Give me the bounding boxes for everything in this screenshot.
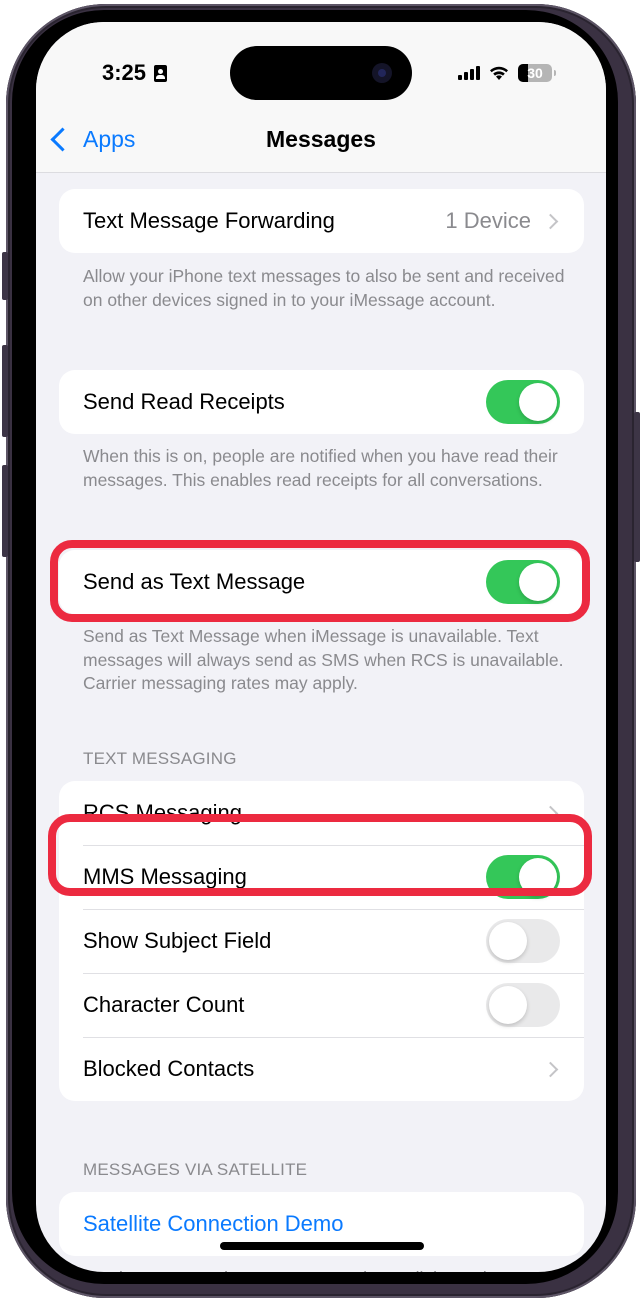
page-title: Messages bbox=[266, 126, 376, 152]
show-subject-field-toggle[interactable] bbox=[486, 919, 560, 963]
character-count-row: Character Count bbox=[59, 973, 584, 1037]
power-button bbox=[634, 412, 640, 562]
blocked-contacts-row[interactable]: Blocked Contacts bbox=[59, 1037, 584, 1101]
row-label: RCS Messaging bbox=[83, 800, 242, 825]
send-as-text-message-toggle[interactable] bbox=[486, 560, 560, 604]
navigation-bar: Apps Messages bbox=[36, 122, 606, 173]
send-as-text-footer: Send as Text Message when iMessage is un… bbox=[83, 626, 564, 693]
text-messaging-group: RCS Messaging MMS Messaging Show Subject… bbox=[59, 781, 584, 1101]
show-subject-field-row: Show Subject Field bbox=[59, 909, 584, 973]
send-read-receipts-toggle[interactable] bbox=[486, 380, 560, 424]
row-label: Show Subject Field bbox=[83, 928, 272, 953]
time-text: 3:25 bbox=[102, 60, 147, 85]
status-icons: 30 bbox=[458, 64, 556, 82]
forwarding-group: Text Message Forwarding 1 Device bbox=[59, 189, 584, 253]
send-read-receipts-row: Send Read Receipts bbox=[59, 370, 584, 434]
character-count-toggle[interactable] bbox=[486, 983, 560, 1027]
row-label: MMS Messaging bbox=[83, 864, 247, 889]
battery-icon: 30 bbox=[518, 64, 552, 82]
volume-up-button bbox=[2, 345, 8, 437]
focus-id-icon bbox=[154, 64, 168, 82]
toggle-knob bbox=[489, 922, 527, 960]
row-label: Send Read Receipts bbox=[83, 389, 285, 414]
satellite-footer: Use iMessage and text messages when cell… bbox=[83, 1267, 573, 1272]
volume-down-button bbox=[2, 465, 8, 557]
status-time: 3:25 bbox=[102, 60, 168, 86]
chevron-right-icon bbox=[542, 1061, 559, 1077]
toggle-knob bbox=[519, 858, 557, 896]
row-value: 1 Device bbox=[445, 208, 531, 233]
text-message-forwarding-row[interactable]: Text Message Forwarding 1 Device bbox=[59, 189, 584, 253]
chevron-right-icon bbox=[542, 805, 559, 821]
satellite-header: MESSAGES VIA SATELLITE bbox=[83, 1160, 308, 1179]
camera-icon bbox=[372, 63, 392, 83]
battery-percent: 30 bbox=[527, 65, 543, 81]
chevron-right-icon bbox=[542, 213, 559, 229]
wifi-icon bbox=[490, 66, 508, 80]
rcs-messaging-row[interactable]: RCS Messaging bbox=[59, 781, 584, 845]
dynamic-island bbox=[230, 46, 412, 100]
row-label: Satellite Connection Demo bbox=[83, 1211, 344, 1236]
toggle-knob bbox=[519, 563, 557, 601]
row-label: Text Message Forwarding bbox=[83, 208, 335, 233]
text-messaging-header: TEXT MESSAGING bbox=[83, 749, 237, 768]
send-as-text-group: Send as Text Message bbox=[59, 550, 584, 614]
row-label: Send as Text Message bbox=[83, 569, 306, 594]
status-bar: 3:25 30 bbox=[36, 22, 606, 122]
toggle-knob bbox=[519, 383, 557, 421]
home-indicator[interactable] bbox=[220, 1242, 424, 1250]
forwarding-footer: Allow your iPhone text messages to also … bbox=[83, 266, 565, 310]
mms-messaging-row: MMS Messaging bbox=[59, 845, 584, 909]
battery-tip bbox=[554, 70, 556, 76]
signal-icon bbox=[458, 66, 480, 80]
mms-messaging-toggle[interactable] bbox=[486, 855, 560, 899]
screen: 3:25 30 Apps Messages Text Message Forwa… bbox=[36, 22, 606, 1272]
toggle-knob bbox=[489, 986, 527, 1024]
row-label: Character Count bbox=[83, 992, 245, 1017]
read-receipts-group: Send Read Receipts bbox=[59, 370, 584, 434]
row-label: Blocked Contacts bbox=[83, 1056, 255, 1081]
action-button bbox=[2, 252, 8, 300]
read-receipts-footer: When this is on, people are notified whe… bbox=[83, 446, 558, 490]
send-as-text-message-row: Send as Text Message bbox=[59, 550, 584, 614]
